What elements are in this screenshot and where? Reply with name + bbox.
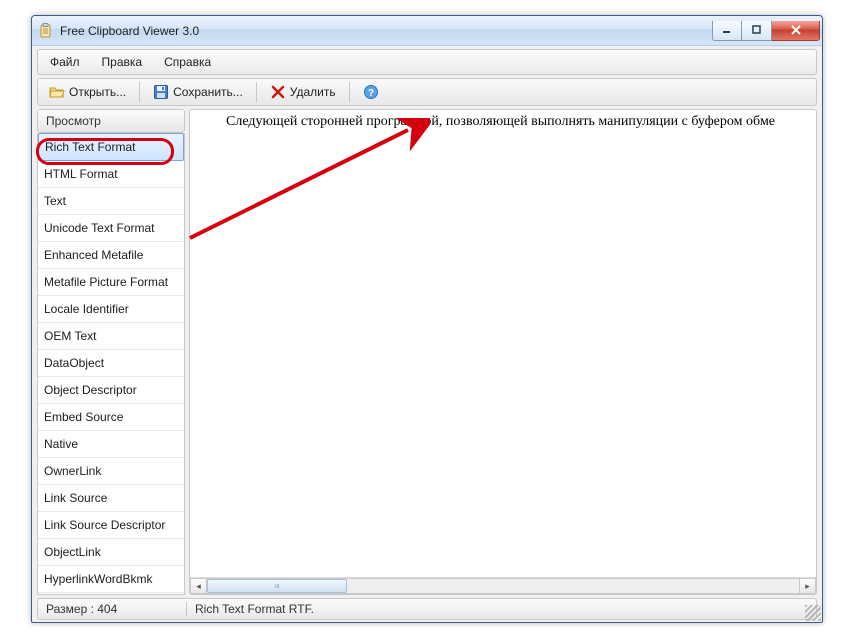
menu-help[interactable]: Справка — [158, 53, 217, 71]
toolbar: Открыть... Сохранить... — [37, 78, 817, 106]
format-list-item[interactable]: ObjectLink — [38, 539, 184, 566]
format-list-item[interactable]: Native — [38, 431, 184, 458]
format-list-item[interactable]: HTML Format — [38, 161, 184, 188]
status-size: Размер : 404 — [38, 602, 186, 616]
format-list-item[interactable]: DataObject — [38, 350, 184, 377]
delete-button[interactable]: Удалить — [263, 81, 343, 103]
menu-bar: Файл Правка Справка — [37, 49, 817, 75]
preview-content: Следующей сторонней программой, позволяю… — [190, 110, 816, 577]
toolbar-separator — [349, 82, 350, 102]
title-bar: Free Clipboard Viewer 3.0 — [32, 16, 822, 46]
sidebar-header: Просмотр — [37, 109, 185, 133]
scroll-thumb[interactable] — [207, 579, 347, 593]
open-label: Открыть... — [69, 85, 126, 99]
app-window: Free Clipboard Viewer 3.0 Файл Правка Сп… — [31, 15, 823, 623]
format-list-item[interactable]: Enhanced Metafile — [38, 242, 184, 269]
floppy-save-icon — [153, 84, 169, 100]
horizontal-scrollbar[interactable]: ◂ ▸ — [190, 577, 816, 594]
minimize-button[interactable] — [712, 21, 742, 41]
scroll-right-button[interactable]: ▸ — [799, 578, 816, 594]
format-list-item[interactable]: Link Source Descriptor — [38, 512, 184, 539]
menu-edit[interactable]: Правка — [96, 53, 149, 71]
help-button[interactable]: ? — [356, 81, 386, 103]
window-title: Free Clipboard Viewer 3.0 — [58, 24, 199, 38]
delete-x-icon — [270, 84, 286, 100]
format-list-item[interactable]: Hyperlink — [38, 593, 184, 595]
format-list-item[interactable]: Locale Identifier — [38, 296, 184, 323]
maximize-button[interactable] — [742, 21, 772, 41]
format-list-item[interactable]: Text — [38, 188, 184, 215]
status-bar: Размер : 404 Rich Text Format RTF. — [37, 598, 817, 620]
format-list-item[interactable]: Link Source — [38, 485, 184, 512]
menu-file[interactable]: Файл — [44, 53, 86, 71]
format-list-item[interactable]: Unicode Text Format — [38, 215, 184, 242]
save-label: Сохранить... — [173, 85, 243, 99]
format-list-item[interactable]: HyperlinkWordBkmk — [38, 566, 184, 593]
format-list-item[interactable]: Metafile Picture Format — [38, 269, 184, 296]
help-icon: ? — [363, 84, 379, 100]
format-list-item[interactable]: Embed Source — [38, 404, 184, 431]
delete-label: Удалить — [290, 85, 336, 99]
format-list-item[interactable]: OwnerLink — [38, 458, 184, 485]
open-button[interactable]: Открыть... — [42, 81, 133, 103]
toolbar-separator — [139, 82, 140, 102]
scroll-track[interactable] — [207, 578, 799, 594]
format-list-item[interactable]: OEM Text — [38, 323, 184, 350]
format-list-item[interactable]: Rich Text Format — [38, 133, 184, 161]
toolbar-separator — [256, 82, 257, 102]
save-button[interactable]: Сохранить... — [146, 81, 250, 103]
scroll-left-button[interactable]: ◂ — [190, 578, 207, 594]
app-icon — [38, 23, 54, 39]
format-list-item[interactable]: Object Descriptor — [38, 377, 184, 404]
format-list[interactable]: Rich Text FormatHTML FormatTextUnicode T… — [37, 133, 185, 595]
resize-grip[interactable] — [805, 605, 821, 621]
svg-text:?: ? — [368, 88, 374, 99]
close-button[interactable] — [772, 21, 820, 41]
window-controls — [712, 21, 820, 41]
format-sidebar: Просмотр Rich Text FormatHTML FormatText… — [37, 109, 185, 595]
folder-open-icon — [49, 84, 65, 100]
status-format: Rich Text Format RTF. — [187, 602, 322, 616]
preview-pane: Следующей сторонней программой, позволяю… — [189, 109, 817, 595]
